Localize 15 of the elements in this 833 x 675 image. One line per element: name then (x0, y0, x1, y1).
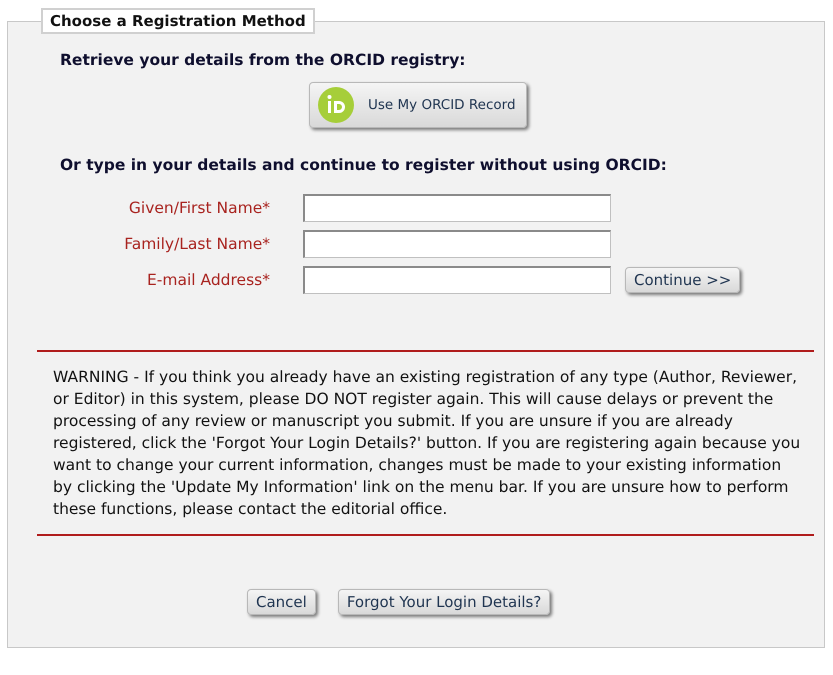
orcid-button[interactable]: Use My ORCID Record (309, 82, 527, 128)
input-field[interactable] (303, 194, 611, 222)
warning-text: WARNING - If you think you already have an existing registration of any type (Author, Reviewer, or Editor) in this system, please DO NOT register again. This will cause delays or prevent the processing of any review or manuscript you submit. If you are unsure if you are already registered, click the 'Forgot Your Login Details?' button. If you are registering again because you want to change your current information, changes must be made to your existing information by clicking the 'Update My Information' link on the menu bar. If you are unsure how to perform these functions, please contact the editorial office. (52, 367, 802, 520)
field-label: Given/First Name* (128, 199, 270, 217)
forgot-login-button[interactable]: Forgot Your Login Details? (338, 589, 550, 615)
manual-heading: Or type in your details and continue to register without using ORCID: (59, 156, 668, 174)
cancel-button[interactable]: Cancel (247, 589, 316, 615)
field-label: Family/Last Name* (123, 235, 270, 253)
panel-title: Choose a Registration Method (41, 8, 315, 34)
continue-button[interactable]: Continue >> (625, 267, 740, 293)
orcid-heading: Retrieve your details from the ORCID registry: (59, 51, 466, 69)
input-field[interactable] (303, 266, 611, 294)
orcid-id-icon (318, 87, 354, 123)
input-field[interactable] (303, 230, 611, 258)
field-label: E-mail Address* (146, 271, 270, 289)
